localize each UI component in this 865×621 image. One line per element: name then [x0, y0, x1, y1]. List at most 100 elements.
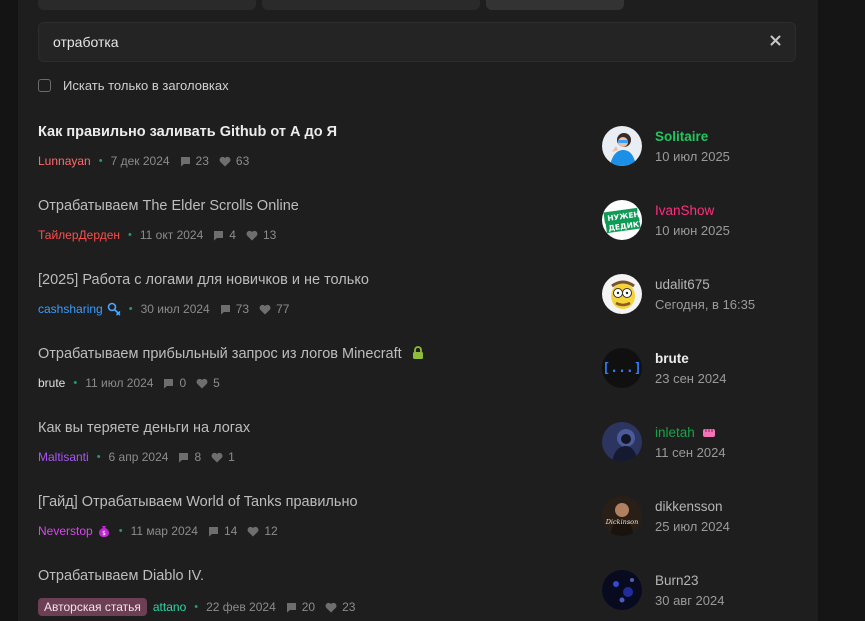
titles-only-option[interactable]: Искать только в заголовках — [38, 78, 229, 93]
thread-title[interactable]: [Гайд] Отрабатываем World of Tanks прави… — [38, 494, 358, 510]
last-post: [...] brute 23 сен 2024 — [602, 348, 727, 388]
last-post: Burn23 30 авг 2024 — [602, 570, 724, 610]
replies-value: 14 — [223, 524, 238, 538]
thread-title-text: Отрабатываем прибыльный запрос из логов … — [38, 346, 402, 362]
thread-date: 22 фев 2024 — [206, 600, 276, 614]
heart-icon — [259, 304, 271, 314]
list-item[interactable]: Отрабатываем прибыльный запрос из логов … — [38, 336, 798, 410]
replies-count: 14 — [208, 524, 237, 538]
last-date: 11 сен 2024 — [655, 445, 726, 460]
last-user-name: inletah — [655, 425, 695, 440]
thread-title[interactable]: Отрабатываем The Elder Scrolls Online — [38, 198, 299, 214]
thread-meta: Neverstop $ • 11 мар 2024 14 12 — [38, 524, 288, 538]
thread-date: 30 июл 2024 — [140, 302, 210, 316]
titles-only-checkbox[interactable] — [38, 79, 51, 92]
separator-dot: • — [73, 377, 78, 389]
comment-icon — [214, 230, 224, 240]
lock-icon — [412, 346, 423, 359]
thread-author[interactable]: Lunnayan — [38, 154, 91, 168]
list-item[interactable]: [2025] Работа с логами для новичков и не… — [38, 262, 798, 336]
thread-date: 11 окт 2024 — [139, 228, 204, 242]
avatar[interactable]: НУЖЕН ДЕДИК? — [602, 200, 642, 240]
list-item[interactable]: [Гайд] Отрабатываем World of Tanks прави… — [38, 484, 798, 558]
likes-value: 5 — [213, 376, 220, 390]
likes-count: 13 — [246, 228, 276, 242]
replies-count: 20 — [286, 600, 315, 614]
comment-icon — [208, 526, 218, 536]
likes-value: 23 — [342, 600, 356, 614]
avatar[interactable] — [602, 422, 642, 462]
list-item[interactable]: Отрабатываем The Elder Scrolls Online Та… — [38, 188, 798, 262]
thread-meta: brute • 11 июл 2024 0 5 — [38, 376, 230, 390]
results-list: Как правильно заливать Github от А до Я … — [38, 114, 798, 621]
tab-1[interactable] — [38, 0, 256, 10]
thread-date: 7 дек 2024 — [110, 154, 170, 168]
replies-value: 8 — [194, 450, 202, 464]
thread-author[interactable]: brute — [38, 376, 65, 390]
search-input[interactable] — [53, 23, 753, 61]
avatar[interactable] — [602, 126, 642, 166]
thread-title[interactable]: [2025] Работа с логами для новичков и не… — [38, 272, 369, 288]
comment-icon — [179, 452, 189, 462]
tab-bar — [38, 0, 624, 10]
last-user[interactable]: dikkensson — [655, 499, 730, 515]
replies-count: 4 — [213, 228, 236, 242]
thread-meta: cashsharing • 30 июл 2024 73 77 — [38, 302, 299, 316]
last-post: udalit675 Сегодня, в 16:35 — [602, 274, 755, 314]
fist-icon — [702, 429, 715, 437]
replies-count: 8 — [178, 450, 201, 464]
thread-author[interactable]: Neverstop — [38, 524, 93, 538]
thread-author[interactable]: attano — [153, 600, 186, 614]
thread-title[interactable]: Как правильно заливать Github от А до Я — [38, 124, 337, 140]
last-user[interactable]: brute — [655, 351, 727, 367]
avatar[interactable]: [...] — [602, 348, 642, 388]
last-user[interactable]: Solitaire — [655, 129, 730, 145]
heart-icon — [246, 230, 258, 240]
close-icon[interactable] — [765, 32, 785, 52]
thread-title[interactable]: Как вы теряете деньги на логах — [38, 420, 250, 436]
replies-count: 0 — [163, 376, 186, 390]
thread-meta: Maltisanti • 6 апр 2024 8 1 — [38, 450, 245, 464]
thread-author[interactable]: Maltisanti — [38, 450, 89, 464]
last-user[interactable]: IvanShow — [655, 203, 730, 219]
last-user[interactable]: Burn23 — [655, 573, 724, 589]
article-tag[interactable]: Авторская статья — [38, 598, 147, 616]
heart-icon — [219, 156, 231, 166]
last-date: 10 июн 2025 — [655, 223, 730, 238]
separator-dot: • — [96, 451, 101, 463]
tab-3[interactable] — [486, 0, 624, 10]
replies-value: 0 — [179, 376, 187, 390]
tab-2[interactable] — [262, 0, 480, 10]
thread-title[interactable]: Отрабатываем Diablo IV. — [38, 568, 204, 584]
page: Искать только в заголовках Как правильно… — [0, 0, 865, 621]
avatar-caption: [...] — [602, 361, 641, 376]
likes-value: 1 — [228, 450, 235, 464]
comment-icon — [286, 602, 296, 612]
replies-value: 20 — [301, 600, 316, 614]
last-user[interactable]: inletah — [655, 425, 726, 441]
avatar[interactable] — [602, 274, 642, 314]
badge-icon — [107, 302, 121, 316]
list-item[interactable]: Как правильно заливать Github от А до Я … — [38, 114, 798, 188]
thread-meta: ТайлерДерден • 11 окт 2024 4 13 — [38, 228, 286, 242]
search-box — [38, 22, 796, 62]
avatar[interactable] — [602, 570, 642, 610]
heart-icon — [247, 526, 259, 536]
list-item[interactable]: Как вы теряете деньги на логах Maltisant… — [38, 410, 798, 484]
avatar-caption: Dickinson — [605, 518, 639, 526]
last-date: 23 сен 2024 — [655, 371, 727, 386]
list-item[interactable]: Отрабатываем Diablo IV. Авторская статья… — [38, 558, 798, 621]
thread-title[interactable]: Отрабатываем прибыльный запрос из логов … — [38, 346, 424, 362]
thread-date: 6 апр 2024 — [108, 450, 169, 464]
svg-text:$: $ — [102, 530, 106, 537]
last-user[interactable]: udalit675 — [655, 277, 755, 293]
comment-icon — [164, 378, 174, 388]
likes-value: 63 — [235, 154, 250, 168]
last-date: Сегодня, в 16:35 — [655, 297, 756, 312]
thread-author[interactable]: ТайлерДерден — [38, 228, 120, 242]
avatar[interactable]: Dickinson — [602, 496, 642, 536]
thread-author[interactable]: cashsharing — [38, 302, 103, 316]
separator-dot: • — [98, 155, 103, 167]
titles-only-label: Искать только в заголовках — [63, 78, 229, 93]
comment-icon — [180, 156, 190, 166]
